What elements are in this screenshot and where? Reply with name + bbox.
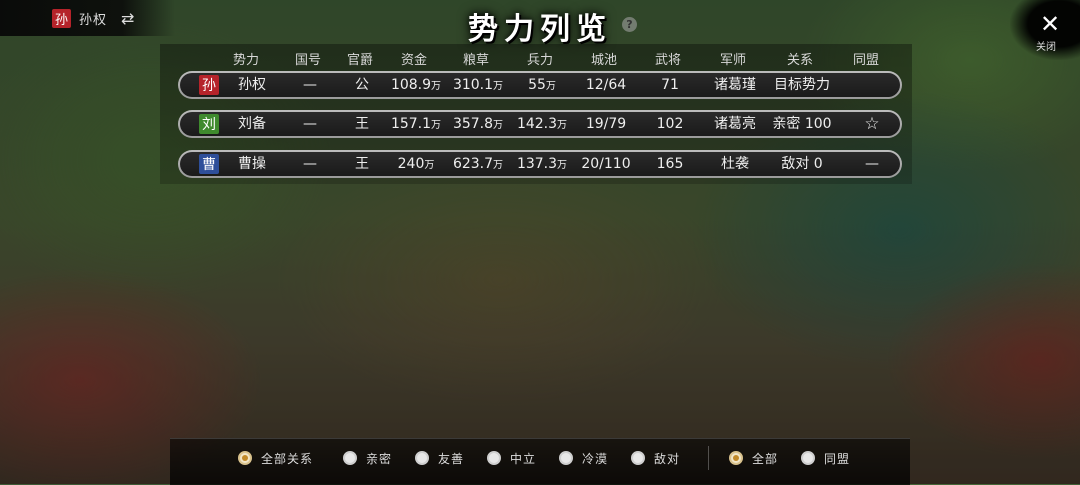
help-icon[interactable]: ?: [622, 17, 637, 32]
header-grain: 粮草: [462, 53, 490, 68]
generals-value: 102: [656, 116, 684, 132]
radio-label: 友善: [438, 451, 465, 466]
cities-value: 19/79: [585, 116, 627, 132]
header-faction: 势力: [232, 53, 260, 68]
guohao-value: —: [303, 156, 317, 172]
filter-intimate[interactable]: 亲密: [343, 449, 392, 467]
header-generals: 武将: [654, 53, 682, 68]
radio-label: 全部: [752, 451, 779, 466]
faction-name: 刘备: [238, 116, 266, 132]
header-guanjue: 官爵: [346, 53, 374, 68]
radio-label: 同盟: [824, 451, 851, 466]
guanjue-value: 王: [355, 116, 369, 132]
radio-label: 中立: [510, 451, 537, 466]
radio-icon: [415, 451, 429, 465]
radio-icon: [559, 451, 573, 465]
radio-icon: [487, 451, 501, 465]
header-strategist: 军师: [719, 53, 747, 68]
header-cities: 城池: [590, 53, 618, 68]
filter-hostile[interactable]: 敌对: [631, 449, 680, 467]
radio-icon: [729, 451, 743, 465]
funds-value: 157.1万: [390, 116, 442, 132]
radio-icon: [801, 451, 815, 465]
relation-value: 敌对 0: [781, 156, 823, 172]
troops-value: 142.3万: [516, 116, 568, 132]
radio-label: 全部关系: [261, 451, 314, 466]
relation-value: 目标势力: [774, 77, 830, 93]
faction-name: 曹操: [238, 156, 266, 172]
page-title: 势力列览: [468, 12, 612, 47]
close-icon: ✕: [1040, 10, 1061, 38]
radio-label: 敌对: [654, 451, 681, 466]
radio-icon: [343, 451, 357, 465]
radio-icon: [631, 451, 645, 465]
filter-indifferent[interactable]: 冷漠: [559, 449, 608, 467]
filter-all-relations[interactable]: 全部关系: [238, 449, 313, 467]
cities-value: 12/64: [585, 77, 627, 93]
header-funds: 资金: [400, 53, 428, 68]
filter-allied[interactable]: 同盟: [801, 449, 850, 467]
filter-friendly[interactable]: 友善: [415, 449, 464, 467]
radio-label: 亲密: [366, 451, 393, 466]
strategist-value: 杜袭: [721, 156, 749, 172]
grain-value: 623.7万: [452, 156, 504, 172]
troops-value: 55万: [528, 77, 556, 93]
guohao-value: —: [303, 77, 317, 93]
generals-value: 71: [661, 77, 679, 93]
row-body: 曹 曹操 — 王 240万 623.7万 137.3万 20/110 165 杜…: [180, 152, 900, 176]
header-guohao: 国号: [294, 53, 322, 68]
filter-all-alliance[interactable]: 全部: [729, 449, 778, 467]
table-row[interactable]: 孙 孙权 — 公 108.9万 310.1万 55万 12/64 71 诸葛瑾 …: [178, 71, 902, 99]
header-alliance: 同盟: [852, 53, 880, 68]
header-relation: 关系: [786, 53, 814, 68]
filter-neutral[interactable]: 中立: [487, 449, 536, 467]
faction-seal: 曹: [199, 154, 219, 174]
alliance-value: —: [865, 156, 879, 172]
faction-seal: 刘: [199, 114, 219, 134]
radio-icon: [238, 451, 252, 465]
faction-name: 孙权: [238, 77, 266, 93]
grain-value: 310.1万: [452, 77, 504, 93]
header-troops: 兵力: [526, 53, 554, 68]
title-area: 势力列览: [0, 4, 1080, 48]
strategist-value: 诸葛亮: [714, 116, 756, 132]
table-header: 势力 国号 官爵 资金 粮草 兵力 城池 武将 军师 关系 同盟: [0, 49, 1080, 69]
table-row[interactable]: 刘 刘备 — 王 157.1万 357.8万 142.3万 19/79 102 …: [178, 110, 902, 138]
funds-value: 240万: [397, 156, 435, 172]
row-body: 孙 孙权 — 公 108.9万 310.1万 55万 12/64 71 诸葛瑾 …: [180, 73, 900, 97]
guanjue-value: 公: [355, 77, 369, 93]
table-row[interactable]: 曹 曹操 — 王 240万 623.7万 137.3万 20/110 165 杜…: [178, 150, 902, 178]
generals-value: 165: [656, 156, 684, 172]
alliance-star-icon[interactable]: ☆: [864, 112, 879, 136]
guanjue-value: 王: [355, 156, 369, 172]
relation-value: 亲密 100: [772, 116, 832, 132]
troops-value: 137.3万: [516, 156, 568, 172]
radio-label: 冷漠: [582, 451, 609, 466]
strategist-value: 诸葛瑾: [714, 77, 756, 93]
cities-value: 20/110: [581, 156, 631, 172]
filter-divider: [708, 446, 709, 470]
guohao-value: —: [303, 116, 317, 132]
funds-value: 108.9万: [390, 77, 442, 93]
row-body: 刘 刘备 — 王 157.1万 357.8万 142.3万 19/79 102 …: [180, 112, 900, 136]
grain-value: 357.8万: [452, 116, 504, 132]
faction-seal: 孙: [199, 75, 219, 95]
